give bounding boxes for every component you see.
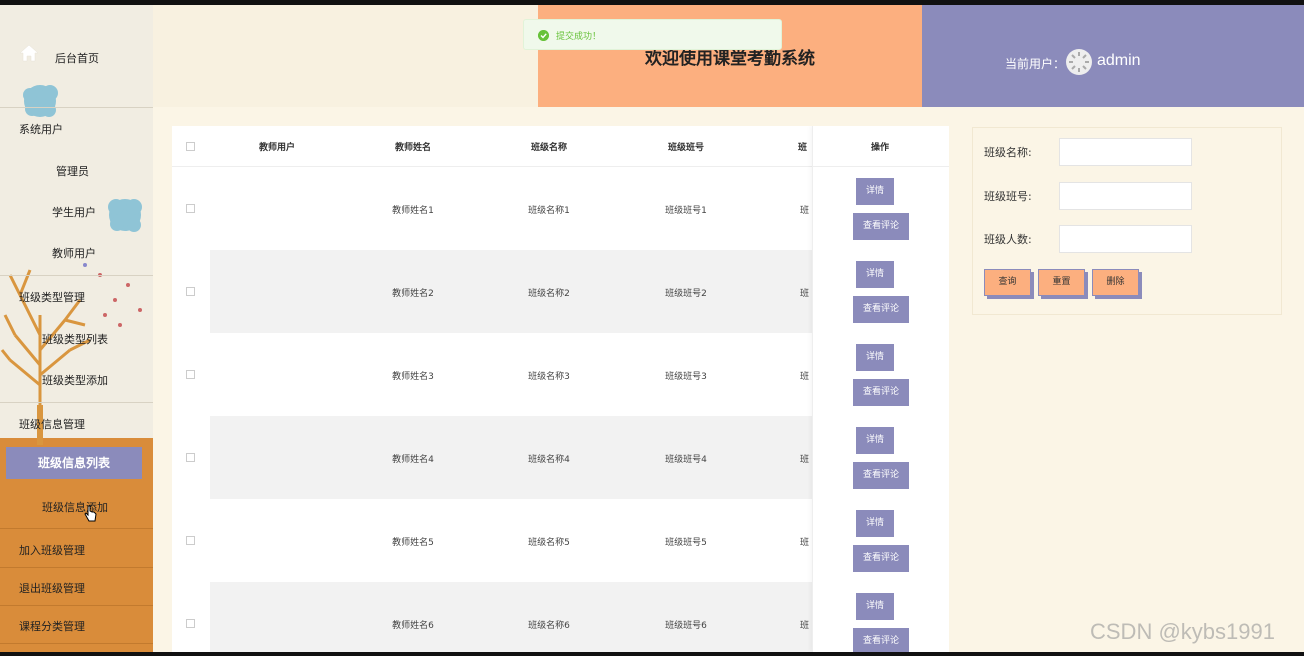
- select-all-checkbox[interactable]: [186, 142, 195, 151]
- column-header[interactable]: 班级名称: [504, 140, 594, 153]
- delete-button[interactable]: 删除: [1092, 269, 1139, 296]
- sidebar-group-system-users[interactable]: 系统用户: [19, 121, 149, 137]
- class-info-table: 教师用户 教师姓名 班级名称 班级班号 班 教师姓名1 班级名称1 班级班号1 …: [172, 126, 949, 652]
- watermark: CSDN @kybs1991: [1090, 619, 1275, 644]
- cell-teacher-name: 教师姓名6: [392, 621, 434, 631]
- row-checkbox[interactable]: [186, 204, 195, 213]
- sidebar-group-course-category[interactable]: 课程分类管理: [19, 618, 149, 634]
- cell-class-number: 班级班号5: [665, 538, 707, 548]
- sidebar-divider: [0, 567, 153, 568]
- row-checkbox[interactable]: [186, 536, 195, 545]
- row-checkbox[interactable]: [186, 453, 195, 462]
- sidebar: 后台首页 系统用户 管理员 学生用户 教师用户 班级类型管理 班级类型列表 班级…: [0, 5, 153, 652]
- sidebar-item-home[interactable]: 后台首页: [55, 50, 145, 66]
- cell-teacher-name: 教师姓名3: [392, 372, 434, 382]
- column-header: 操作: [870, 143, 889, 153]
- toast-message: 提交成功！: [556, 32, 602, 42]
- user-avatar-icon[interactable]: [1066, 49, 1092, 75]
- sidebar-divider: [0, 528, 153, 529]
- view-comments-button[interactable]: 查看评论: [853, 213, 909, 240]
- sidebar-group-class-type[interactable]: 班级类型管理: [19, 289, 149, 305]
- sidebar-group-join-class[interactable]: 加入班级管理: [19, 542, 149, 558]
- sidebar-divider: [0, 402, 153, 403]
- view-comments-button[interactable]: 查看评论: [853, 628, 909, 652]
- sidebar-item-class-type-list[interactable]: 班级类型列表: [42, 331, 147, 347]
- sidebar-divider: [0, 107, 153, 108]
- cell-class-name: 班级名称5: [528, 538, 570, 548]
- class-number-label: 班级班号:: [984, 190, 1032, 203]
- header-divider: [813, 166, 949, 167]
- row-checkbox[interactable]: [186, 287, 195, 296]
- screen-border-top: [0, 0, 1304, 5]
- cell-class-number: 班级班号3: [665, 372, 707, 382]
- header-left-area: [153, 5, 538, 107]
- column-header[interactable]: 教师姓名: [368, 140, 458, 153]
- cell-class-number: 班级班号2: [665, 289, 707, 299]
- sidebar-item-class-type-add[interactable]: 班级类型添加: [42, 372, 147, 388]
- cell-class-name: 班级名称4: [528, 455, 570, 465]
- view-comments-button[interactable]: 查看评论: [853, 379, 909, 406]
- sidebar-item-students[interactable]: 学生用户: [52, 204, 142, 220]
- detail-button[interactable]: 详情: [856, 178, 894, 205]
- sidebar-divider: [0, 275, 153, 276]
- cell-class-number: 班级班号6: [665, 621, 707, 631]
- sidebar-item-admin[interactable]: 管理员: [56, 163, 146, 179]
- current-user-name[interactable]: admin: [1097, 52, 1141, 70]
- column-header[interactable]: 教师用户: [232, 140, 322, 153]
- sidebar-item-class-info-list[interactable]: 班级信息列表: [6, 447, 142, 479]
- view-comments-button[interactable]: 查看评论: [853, 296, 909, 323]
- class-number-input[interactable]: [1059, 182, 1192, 210]
- sidebar-group-class-info[interactable]: 班级信息管理: [19, 416, 149, 432]
- success-check-icon: [538, 30, 549, 41]
- cell-teacher-name: 教师姓名4: [392, 455, 434, 465]
- cell-class-name: 班级名称1: [528, 206, 570, 216]
- view-comments-button[interactable]: 查看评论: [853, 545, 909, 572]
- cloud-decoration-icon: [23, 85, 58, 117]
- home-icon: [19, 44, 39, 62]
- class-size-label: 班级人数:: [984, 233, 1032, 246]
- cell-class-name: 班级名称3: [528, 372, 570, 382]
- class-name-label: 班级名称:: [984, 146, 1032, 159]
- detail-button[interactable]: 详情: [856, 261, 894, 288]
- cell-class-name: 班级名称6: [528, 621, 570, 631]
- cell-teacher-name: 教师姓名5: [392, 538, 434, 548]
- column-header[interactable]: 班级班号: [641, 140, 731, 153]
- class-name-input[interactable]: [1059, 138, 1192, 166]
- cell-class-number: 班级班号4: [665, 455, 707, 465]
- cell-class-number: 班级班号1: [665, 206, 707, 216]
- hand-cursor-icon: [84, 505, 97, 522]
- cell-teacher-name: 教师姓名1: [392, 206, 434, 216]
- view-comments-button[interactable]: 查看评论: [853, 462, 909, 489]
- class-size-input[interactable]: [1059, 225, 1192, 253]
- sidebar-divider: [0, 605, 153, 606]
- detail-button[interactable]: 详情: [856, 427, 894, 454]
- sidebar-divider: [0, 643, 153, 644]
- row-checkbox[interactable]: [186, 370, 195, 379]
- detail-button[interactable]: 详情: [856, 344, 894, 371]
- cell-class-name: 班级名称2: [528, 289, 570, 299]
- cell-teacher-name: 教师姓名2: [392, 289, 434, 299]
- detail-button[interactable]: 详情: [856, 593, 894, 620]
- row-checkbox[interactable]: [186, 619, 195, 628]
- reset-button[interactable]: 重置: [1038, 269, 1085, 296]
- detail-button[interactable]: 详情: [856, 510, 894, 537]
- screen-border-bottom: [0, 652, 1304, 656]
- search-panel: 班级名称: 班级班号: 班级人数: 查询 重置 删除: [972, 127, 1282, 315]
- current-user-label: 当前用户：: [1005, 57, 1066, 71]
- success-toast: 提交成功！: [523, 19, 782, 50]
- query-button[interactable]: 查询: [984, 269, 1031, 296]
- sidebar-group-leave-class[interactable]: 退出班级管理: [19, 580, 149, 596]
